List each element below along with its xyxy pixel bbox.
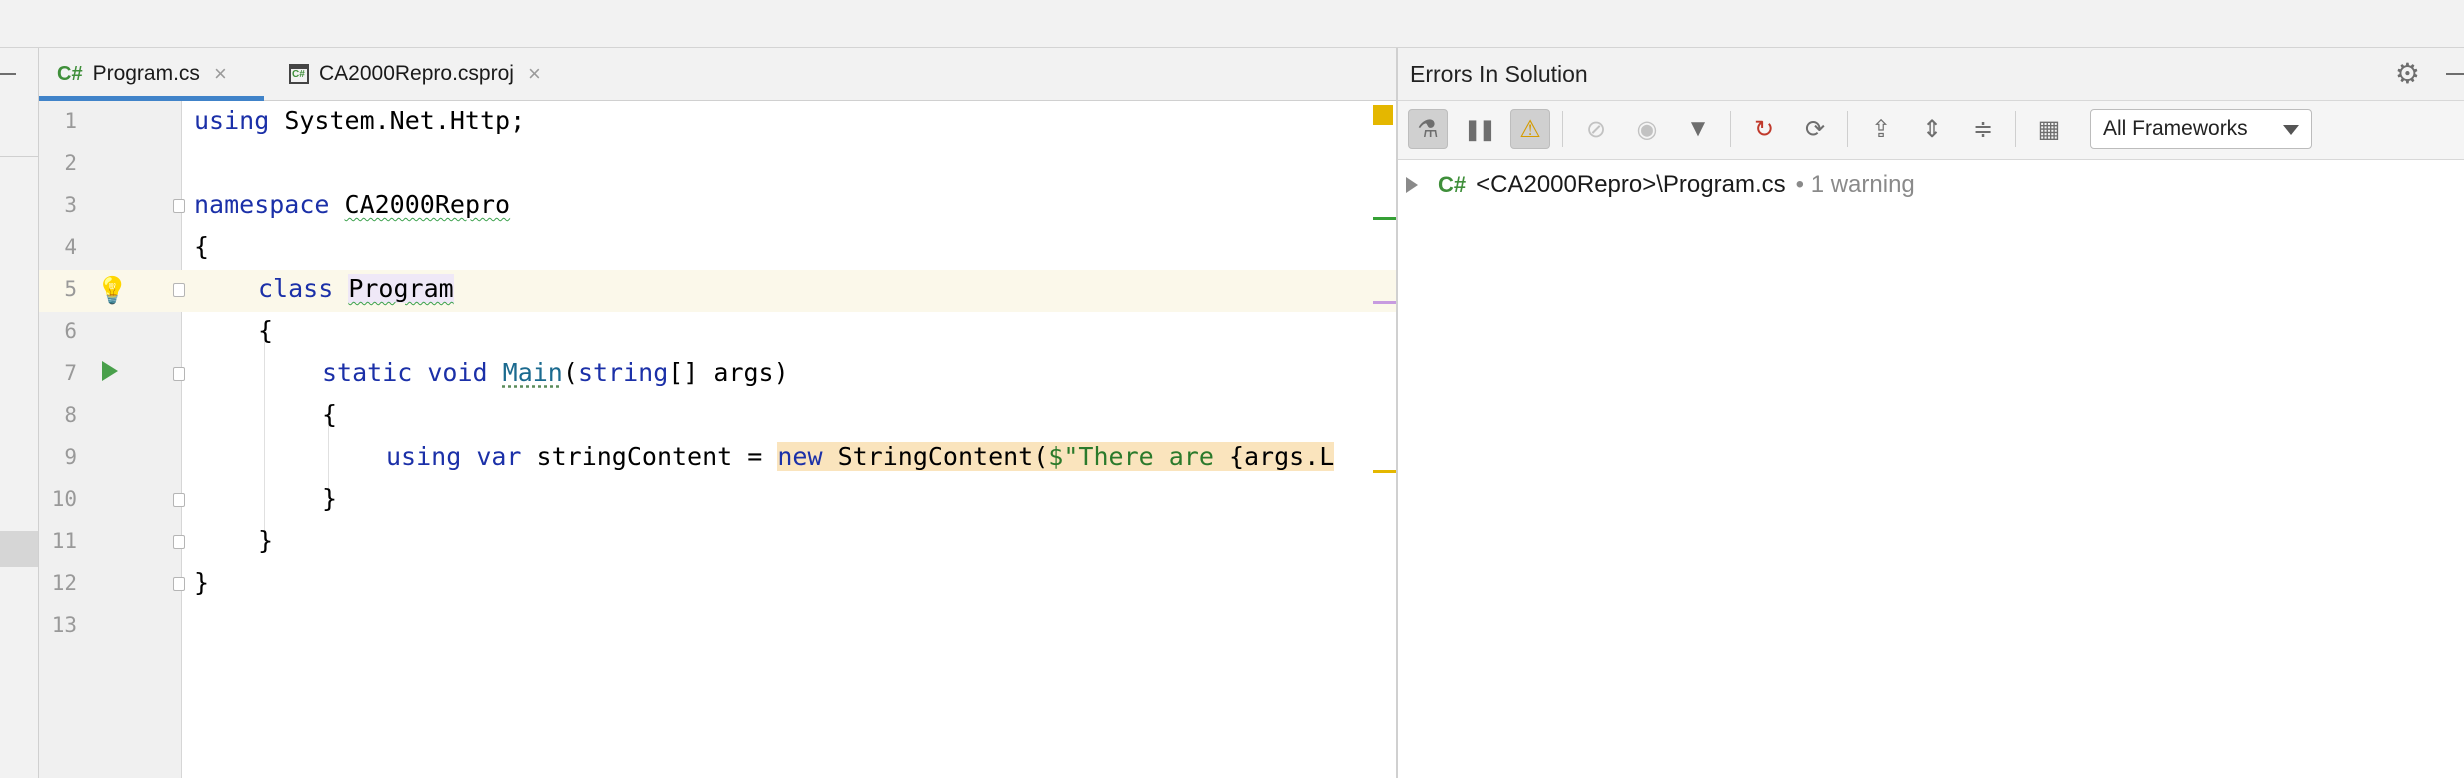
line-number: 5 [64,277,77,301]
close-icon[interactable]: × [528,61,541,87]
expand-all-icon[interactable]: ⇕ [1912,109,1952,149]
flask-icon[interactable]: ⚗ [1408,109,1448,149]
ca2000-warning-highlight[interactable]: new StringContent($"There are {args.L [777,442,1335,471]
toolbar-separator [1730,111,1731,147]
line-number: 11 [51,529,77,553]
project-file-icon: C# [289,64,309,84]
code-line-1[interactable]: using System.Net.Http; [194,106,525,135]
line-number: 10 [51,487,77,511]
refresh-error-icon[interactable]: ↻ [1744,109,1784,149]
title-bar [0,0,2464,48]
toolbar-separator [2015,111,2016,147]
csharp-file-icon: C# [57,62,83,85]
minimize-icon[interactable] [0,73,16,75]
tree-file-path: <CA2000Repro>\Program.cs [1476,171,1786,198]
code-line-4[interactable]: { [194,232,209,261]
filter-icon[interactable]: ▼ [1678,109,1718,149]
tab-program-cs[interactable]: C# Program.cs × [57,48,227,100]
export-icon[interactable]: ⇪ [1861,109,1901,149]
toolbar-separator [1562,111,1563,147]
gear-icon[interactable]: ⚙ [2395,57,2420,90]
line-number: 8 [64,403,77,427]
collapse-all-icon[interactable]: ≑ [1963,109,2003,149]
code-line-3[interactable]: namespace CA2000Repro [194,190,510,219]
framework-select[interactable]: All Frameworks [2090,109,2312,149]
chevron-down-icon [2283,125,2299,135]
stripe-mark-green[interactable] [1373,217,1397,220]
fold-marker-icon[interactable] [173,283,185,297]
code-line-7[interactable]: static void Main(string[] args) [322,358,789,387]
line-number: 12 [51,571,77,595]
line-number: 1 [64,109,77,133]
current-line-highlight [39,270,1396,312]
refresh-icon[interactable]: ⟳ [1795,109,1835,149]
tab-label: CA2000Repro.csproj [319,62,514,85]
fold-marker-icon[interactable] [173,535,185,549]
error-stripe[interactable] [1373,101,1397,778]
strip-selected-item[interactable] [0,531,38,567]
warning-count: • 1 warning [1795,171,1915,198]
line-number: 7 [64,361,77,385]
errors-toolbar: ⚗ ❚❚ ⚠ ⊘ ◉ ▼ ↻ ⟳ ⇪ ⇕ ≑ ▦ All Frameworks [1398,101,2464,160]
code-line-11[interactable]: } [258,526,273,555]
tree-row[interactable]: C# <CA2000Repro>\Program.cs • 1 warning [1398,165,2464,205]
grid-icon[interactable]: ▦ [2029,109,2069,149]
tab-csproj[interactable]: C# CA2000Repro.csproj × [289,48,541,100]
eye-icon[interactable]: ◉ [1627,109,1667,149]
code-line-12[interactable]: } [194,568,209,597]
toolbar-separator [1847,111,1848,147]
stripe-mark-yellow[interactable] [1373,470,1397,473]
hide-icon[interactable]: ⊘ [1576,109,1616,149]
warning-status-icon[interactable] [1373,105,1393,125]
csharp-file-icon: C# [1438,172,1467,197]
code-line-10[interactable]: } [322,484,337,513]
pause-icon[interactable]: ❚❚ [1459,109,1499,149]
line-numbers: 1 2 3 4 5 6 7 8 9 10 11 12 13 [39,101,99,778]
fold-marker-icon[interactable] [173,577,185,591]
errors-panel-header: Errors In Solution ⚙ [1398,48,2464,101]
code-line-5[interactable]: class Program [258,274,454,303]
code-line-8[interactable]: { [322,400,337,429]
line-number: 4 [64,235,77,259]
code-line-9[interactable]: using var stringContent = new StringCont… [386,442,1335,471]
fold-marker-icon[interactable] [173,493,185,507]
code-line-6[interactable]: { [258,316,273,345]
line-number: 9 [64,445,77,469]
fold-marker-icon[interactable] [173,367,185,381]
expand-arrow-icon[interactable] [1406,177,1418,193]
fold-marker-icon[interactable] [173,199,185,213]
line-number: 6 [64,319,77,343]
line-number: 2 [64,151,77,175]
close-icon[interactable]: × [214,61,227,87]
run-icon[interactable] [102,361,118,381]
left-tool-strip [0,48,39,778]
tab-label: Program.cs [92,62,200,85]
lightbulb-icon[interactable]: 💡 [96,275,128,306]
line-number: 13 [51,613,77,637]
hide-panel-icon[interactable] [2446,73,2464,75]
warning-filter-icon[interactable]: ⚠ [1510,109,1550,149]
editor-tab-bar: C# Program.cs × C# CA2000Repro.csproj × [39,48,1397,101]
indent-guide [264,330,265,540]
panel-title: Errors In Solution [1410,61,1588,87]
stripe-mark-purple[interactable] [1373,301,1397,304]
line-number: 3 [64,193,77,217]
strip-divider [0,156,38,157]
